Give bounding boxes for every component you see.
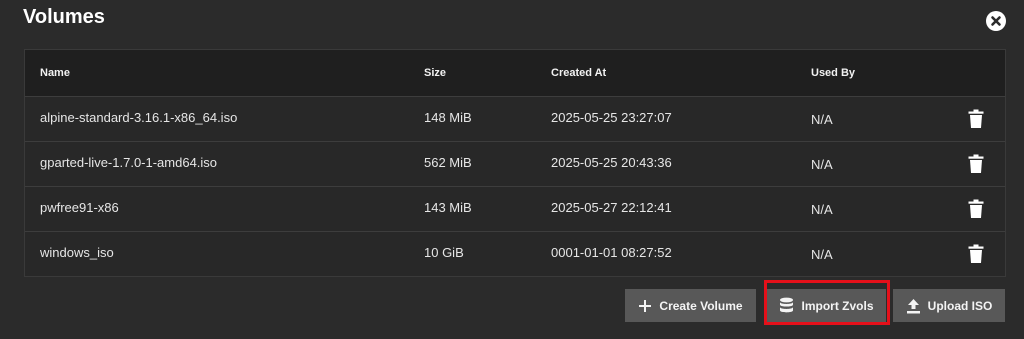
column-header-name[interactable]: Name [40, 67, 70, 79]
table-header: Name Size Created At Used By [25, 50, 1005, 96]
table-row: alpine-standard-3.16.1-x86_64.iso 148 Mi… [25, 96, 1005, 141]
close-icon [991, 16, 1001, 26]
cell-name: pwfree91-x86 [40, 200, 119, 215]
volumes-dialog: Volumes Name Size Created At Used By alp… [0, 0, 1024, 339]
column-header-used-by[interactable]: Used By [811, 67, 855, 79]
upload-iso-label: Upload ISO [927, 298, 993, 313]
cell-used-by: N/A [811, 247, 833, 262]
create-volume-label: Create Volume [659, 298, 743, 313]
upload-icon [906, 298, 920, 313]
cell-size: 143 MiB [424, 200, 472, 215]
cell-created-at: 0001-01-01 08:27:52 [551, 245, 672, 260]
cell-size: 562 MiB [424, 155, 472, 170]
trash-icon[interactable] [967, 244, 985, 264]
upload-iso-button[interactable]: Upload ISO [893, 289, 1005, 322]
table-row: windows_iso 10 GiB 0001-01-01 08:27:52 N… [25, 231, 1005, 276]
trash-icon[interactable] [967, 154, 985, 174]
cell-created-at: 2025-05-25 23:27:07 [551, 110, 672, 125]
create-volume-button[interactable]: Create Volume [625, 289, 756, 322]
column-header-size[interactable]: Size [424, 67, 446, 79]
import-zvols-button[interactable]: Import Zvols [767, 289, 886, 322]
trash-icon[interactable] [967, 109, 985, 129]
volumes-table: Name Size Created At Used By alpine-stan… [24, 49, 1006, 277]
import-zvols-label: Import Zvols [801, 298, 874, 313]
cell-created-at: 2025-05-25 20:43:36 [551, 155, 672, 170]
trash-icon[interactable] [967, 199, 985, 219]
cell-name: windows_iso [40, 245, 114, 260]
table-row: gparted-live-1.7.0-1-amd64.iso 562 MiB 2… [25, 141, 1005, 186]
table-row: pwfree91-x86 143 MiB 2025-05-27 22:12:41… [25, 186, 1005, 231]
cell-name: alpine-standard-3.16.1-x86_64.iso [40, 110, 238, 125]
cell-size: 10 GiB [424, 245, 464, 260]
cell-used-by: N/A [811, 202, 833, 217]
cell-used-by: N/A [811, 157, 833, 172]
column-header-created-at[interactable]: Created At [551, 67, 606, 79]
close-button[interactable] [986, 11, 1006, 31]
plus-icon [639, 299, 652, 312]
dialog-title: Volumes [23, 6, 105, 28]
database-icon [780, 297, 794, 313]
cell-size: 148 MiB [424, 110, 472, 125]
cell-created-at: 2025-05-27 22:12:41 [551, 200, 672, 215]
cell-used-by: N/A [811, 112, 833, 127]
cell-name: gparted-live-1.7.0-1-amd64.iso [40, 155, 218, 170]
